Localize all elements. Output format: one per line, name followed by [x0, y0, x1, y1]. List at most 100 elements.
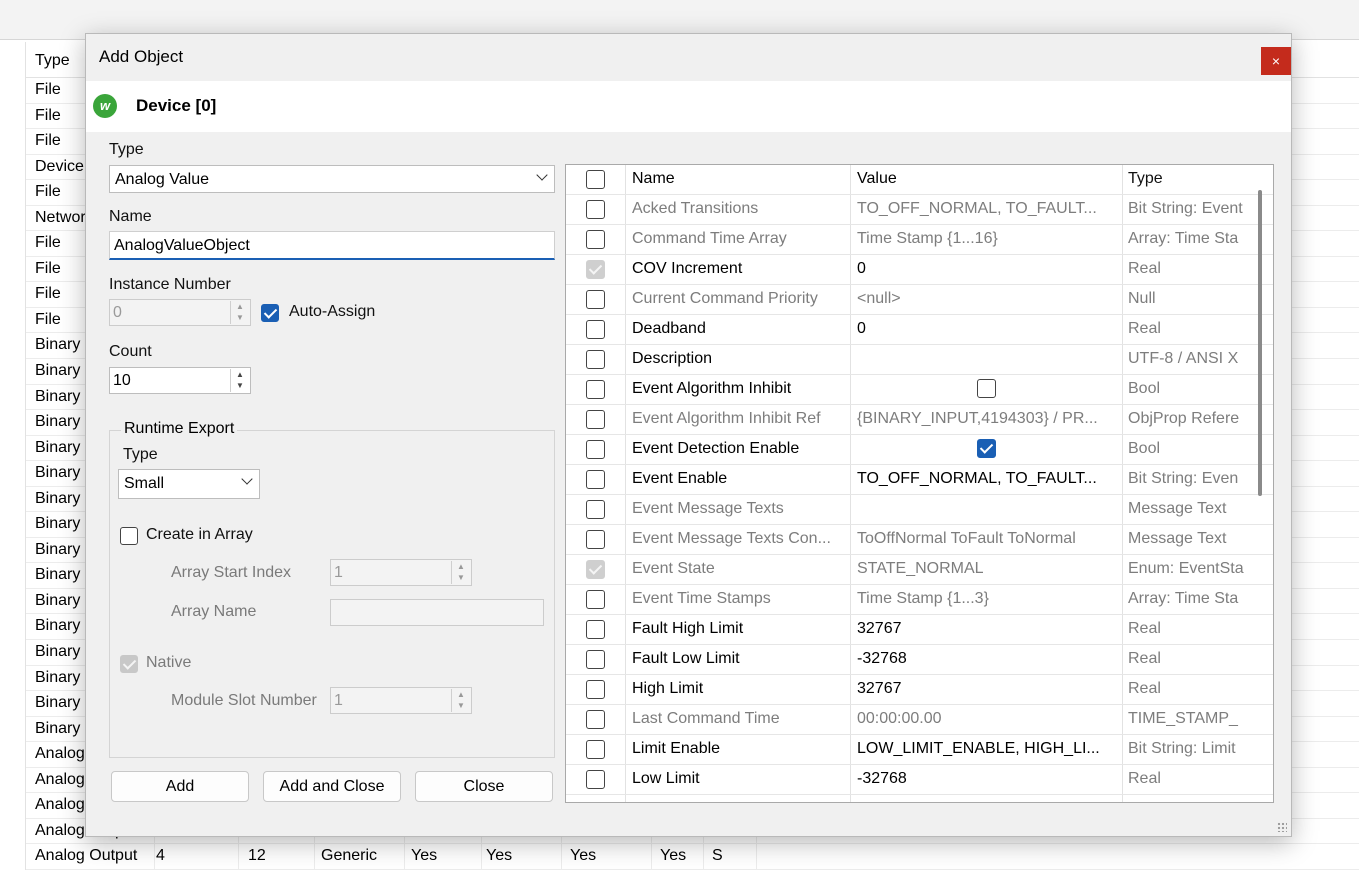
property-type: ObjProp Refere — [1128, 410, 1240, 427]
close-button[interactable]: Close — [415, 771, 553, 802]
property-checkbox[interactable] — [586, 200, 605, 219]
property-checkbox[interactable] — [586, 500, 605, 519]
stepper-arrows[interactable]: ▲ ▼ — [230, 301, 249, 324]
down-arrow-icon[interactable]: ▼ — [452, 700, 470, 711]
stepper-arrows[interactable]: ▲ ▼ — [230, 369, 249, 392]
property-row[interactable]: COV Increment 0 Real — [566, 255, 1273, 285]
create-in-array-label[interactable]: Create in Array — [146, 526, 253, 544]
property-row[interactable]: Low Limit -32768 Real — [566, 765, 1273, 795]
runtime-type-select[interactable]: Small — [118, 469, 260, 499]
property-row[interactable]: Deadband 0 Real — [566, 315, 1273, 345]
count-stepper[interactable]: 10 ▲ ▼ — [109, 367, 251, 394]
stepper-arrows[interactable]: ▲ ▼ — [451, 689, 470, 712]
array-start-index-stepper[interactable]: 1 ▲ ▼ — [330, 559, 472, 586]
property-value[interactable]: 32767 — [857, 620, 1122, 638]
native-checkbox[interactable] — [120, 655, 138, 673]
column-header-name[interactable]: Name — [632, 170, 848, 188]
column-header-type[interactable]: Type — [35, 52, 70, 70]
property-checkbox[interactable] — [586, 290, 605, 309]
property-checkbox[interactable] — [586, 770, 605, 789]
property-row[interactable]: Description UTF-8 / ANSI X — [566, 345, 1273, 375]
column-header-value[interactable]: Value — [857, 170, 1122, 188]
property-row[interactable]: Fault Low Limit -32768 Real — [566, 645, 1273, 675]
stepper-arrows[interactable]: ▲ ▼ — [451, 561, 470, 584]
property-value[interactable]: STATE_NORMAL — [857, 560, 1122, 578]
type-label: Type — [109, 141, 144, 158]
add-and-close-button[interactable]: Add and Close — [263, 771, 401, 802]
property-checkbox[interactable] — [586, 260, 605, 279]
property-checkbox[interactable] — [586, 230, 605, 249]
up-arrow-icon[interactable]: ▲ — [452, 689, 470, 700]
property-checkbox[interactable] — [586, 350, 605, 369]
instance-number-stepper[interactable]: 0 ▲ ▼ — [109, 299, 251, 326]
column-header-type[interactable]: Type — [1128, 170, 1246, 188]
array-name-input[interactable] — [330, 599, 544, 626]
property-row[interactable]: Event Message Texts Message Text — [566, 495, 1273, 525]
property-row[interactable]: Last Command Time 00:00:00.00 TIME_STAMP_ — [566, 705, 1273, 735]
up-arrow-icon[interactable]: ▲ — [231, 369, 249, 380]
table-cell: Device — [35, 157, 84, 175]
property-value[interactable]: -32768 — [857, 770, 1122, 788]
property-row[interactable]: Fault High Limit 32767 Real — [566, 615, 1273, 645]
property-value[interactable]: 32767 — [857, 680, 1122, 698]
property-value[interactable]: 0 — [857, 260, 1122, 278]
property-checkbox[interactable] — [586, 410, 605, 429]
auto-assign-checkbox[interactable] — [261, 304, 279, 322]
property-value[interactable]: TO_OFF_NORMAL, TO_FAULT... — [857, 470, 1122, 488]
property-row[interactable]: Event Algorithm Inhibit Ref {BINARY_INPUT… — [566, 405, 1273, 435]
down-arrow-icon[interactable]: ▼ — [231, 380, 249, 391]
property-checkbox[interactable] — [586, 680, 605, 699]
resize-grip-icon[interactable] — [1277, 822, 1287, 832]
property-checkbox[interactable] — [586, 590, 605, 609]
property-row[interactable]: Limit Enable LOW_LIMIT_ENABLE, HIGH_LI...… — [566, 735, 1273, 765]
up-arrow-icon[interactable]: ▲ — [452, 561, 470, 572]
up-arrow-icon[interactable]: ▲ — [231, 301, 249, 312]
object-type-select[interactable]: Analog Value — [109, 165, 555, 193]
property-value[interactable]: Time Stamp {1...16} — [857, 230, 1122, 248]
property-value[interactable]: Time Stamp {1...3} — [857, 590, 1122, 608]
property-row[interactable]: Event Time Stamps Time Stamp {1...3} Array… — [566, 585, 1273, 615]
property-value[interactable]: -32768 — [857, 650, 1122, 668]
property-row[interactable]: Acked Transitions TO_OFF_NORMAL, TO_FAULT… — [566, 195, 1273, 225]
property-checkbox[interactable] — [586, 710, 605, 729]
property-row[interactable]: Event Message Texts Con... ToOffNormal To… — [566, 525, 1273, 555]
property-checkbox[interactable] — [586, 440, 605, 459]
grid-scrollbar[interactable] — [1258, 190, 1262, 496]
property-checkbox[interactable] — [586, 560, 605, 579]
property-name: Last Command Time — [632, 710, 780, 727]
property-row[interactable]: Current Command Priority <null> Null — [566, 285, 1273, 315]
property-value[interactable]: ToOffNormal ToFault ToNormal — [857, 530, 1122, 548]
table-cell: Yes — [486, 847, 513, 865]
property-row[interactable]: Event Algorithm Inhibit Bool — [566, 375, 1273, 405]
property-row[interactable]: Event Enable TO_OFF_NORMAL, TO_FAULT... Bi… — [566, 465, 1273, 495]
create-in-array-checkbox[interactable] — [120, 527, 138, 545]
property-checkbox[interactable] — [586, 620, 605, 639]
name-input[interactable]: AnalogValueObject — [109, 231, 555, 260]
property-value[interactable]: {BINARY_INPUT,4194303} / PR... — [857, 410, 1122, 428]
property-row[interactable]: Event State STATE_NORMAL Enum: EventSta — [566, 555, 1273, 585]
property-checkbox[interactable] — [586, 530, 605, 549]
property-row[interactable]: High Limit 32767 Real — [566, 675, 1273, 705]
property-row[interactable]: Command Time Array Time Stamp {1...16} Arr… — [566, 225, 1273, 255]
bool-value-checkbox[interactable] — [977, 439, 996, 458]
down-arrow-icon[interactable]: ▼ — [231, 312, 249, 323]
auto-assign-label[interactable]: Auto-Assign — [289, 303, 375, 321]
add-button[interactable]: Add — [111, 771, 249, 802]
property-checkbox[interactable] — [586, 740, 605, 759]
close-icon[interactable]: × — [1261, 47, 1291, 75]
property-value[interactable]: 0 — [857, 320, 1122, 338]
table-row[interactable]: Analog Output 4 12 Generic Yes Yes Yes Yes S — [26, 844, 1359, 870]
property-value[interactable]: 00:00:00.00 — [857, 710, 1122, 728]
property-value[interactable]: TO_OFF_NORMAL, TO_FAULT... — [857, 200, 1122, 218]
down-arrow-icon[interactable]: ▼ — [452, 572, 470, 583]
property-checkbox[interactable] — [586, 380, 605, 399]
module-slot-number-stepper[interactable]: 1 ▲ ▼ — [330, 687, 472, 714]
select-all-checkbox[interactable] — [586, 170, 605, 189]
property-value[interactable]: LOW_LIMIT_ENABLE, HIGH_LI... — [857, 740, 1122, 758]
property-checkbox[interactable] — [586, 320, 605, 339]
property-row[interactable]: Event Detection Enable Bool — [566, 435, 1273, 465]
property-checkbox[interactable] — [586, 650, 605, 669]
property-checkbox[interactable] — [586, 470, 605, 489]
property-value[interactable]: <null> — [857, 290, 1122, 308]
bool-value-checkbox[interactable] — [977, 379, 996, 398]
